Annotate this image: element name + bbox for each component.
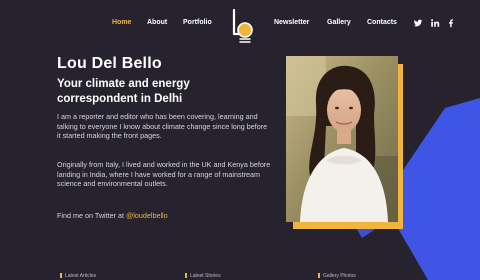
facebook-icon[interactable] xyxy=(446,18,456,28)
nav-newsletter[interactable]: Newsletter xyxy=(274,19,309,26)
bottom-label-stories[interactable]: Latest Stories xyxy=(185,273,221,279)
bottom-label-gallery[interactable]: Gallery Photos xyxy=(318,273,356,279)
nav-about[interactable]: About xyxy=(147,19,167,26)
nav-portfolio[interactable]: Portfolio xyxy=(183,19,212,26)
hero-name: Lou Del Bello xyxy=(57,55,162,72)
twitter-icon[interactable] xyxy=(413,18,423,28)
nav-gallery[interactable]: Gallery xyxy=(327,19,351,26)
bio-paragraph-2: Originally from Italy, I lived and worke… xyxy=(57,160,271,189)
twitter-line: Find me on Twitter at @loudelbello xyxy=(57,211,168,220)
linkedin-icon[interactable] xyxy=(430,18,440,28)
site-logo[interactable] xyxy=(228,9,256,45)
portrait-photo xyxy=(286,56,398,222)
nav-home[interactable]: Home xyxy=(112,19,131,26)
bottom-label-articles[interactable]: Latest Articles xyxy=(60,273,96,279)
hero-subtitle: Your climate and energy correspondent in… xyxy=(57,78,190,105)
bio-paragraph-1: I am a reporter and editor who has been … xyxy=(57,112,268,141)
twitter-prefix: Find me on Twitter at xyxy=(57,211,126,220)
twitter-handle-link[interactable]: @loudelbello xyxy=(126,211,168,220)
nav-contacts[interactable]: Contacts xyxy=(367,19,397,26)
